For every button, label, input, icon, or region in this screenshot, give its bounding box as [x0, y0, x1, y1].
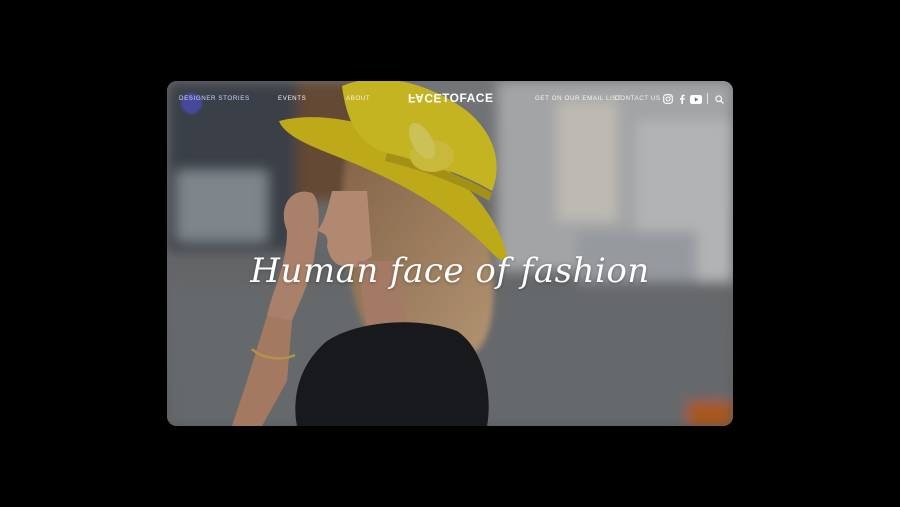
site-logo[interactable]: FACETOFACE: [408, 91, 493, 105]
logo-text: TOFACE: [442, 91, 494, 105]
hero-headline: Human face of fashion: [250, 251, 650, 291]
youtube-icon[interactable]: [690, 94, 702, 104]
nav-contact-us[interactable]: CONTACT US: [615, 95, 661, 102]
top-nav: DESIGNER STORIES EVENTS ABOUT FACETOFACE…: [167, 81, 733, 117]
nav-designer-stories[interactable]: DESIGNER STORIES: [179, 95, 250, 102]
hero-window: DESIGNER STORIES EVENTS ABOUT FACETOFACE…: [167, 81, 733, 426]
nav-about[interactable]: ABOUT: [346, 95, 370, 102]
facebook-icon[interactable]: [679, 94, 685, 104]
nav-events[interactable]: EVENTS: [278, 95, 306, 102]
logo-mirrored-text: FACE: [408, 91, 443, 105]
instagram-icon[interactable]: [663, 94, 673, 104]
search-icon[interactable]: [715, 94, 724, 104]
nav-divider: [707, 93, 708, 104]
nav-email-list[interactable]: GET ON OUR EMAIL LIST: [535, 95, 622, 102]
